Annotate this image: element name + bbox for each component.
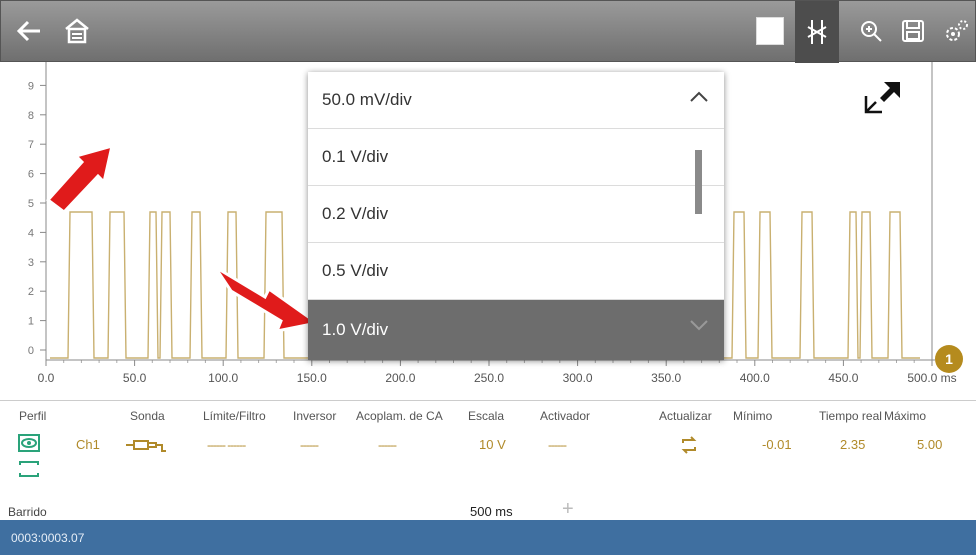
refresh-icon[interactable] [679,435,699,460]
trigger-header: Activador [540,409,591,423]
dropdown-option[interactable]: 0.2 V/div [308,186,724,243]
x-tick-label: 50.0 [123,371,147,385]
y-tick-label: 5 [28,198,34,210]
dropdown-current-value[interactable]: 50.0 mV/div [308,72,724,129]
y-tick-label: 0 [28,345,34,357]
chevron-up-icon[interactable] [688,86,710,113]
dropdown-option[interactable]: 0.1 V/div [308,129,724,186]
invert-header: Inversor [293,409,337,423]
sweep-label: Barrido [8,505,47,519]
dropdown-option[interactable]: 0.5 V/div [308,243,724,300]
limit-header: Límite/Filtro [203,409,266,423]
x-tick-label: 100.0 [208,371,238,385]
cursor-icon[interactable] [795,1,839,63]
max-value: 5.00 [917,437,943,452]
x-tick-label: 0.0 [38,371,55,385]
dropdown-option-label: 0.2 V/div [322,204,389,223]
dropdown-option-selected[interactable]: 1.0 V/div [308,300,724,360]
realtime-value: 2.35 [840,437,866,452]
x-tick-label: 300.0 [563,371,593,385]
expand-icon[interactable] [862,76,906,116]
y-tick-label: 8 [28,110,34,122]
dropdown-scrollbar[interactable] [695,150,702,214]
plus-icon[interactable]: + [562,498,574,521]
dropdown-option-label: 0.5 V/div [322,261,389,280]
channel-panel: Perfil Sonda Límite/Filtro Inversor Acop… [0,400,976,521]
stop-icon[interactable] [755,11,785,51]
scale-value[interactable]: 10 V [479,437,506,452]
dropdown-option-label: 0.1 V/div [322,147,389,166]
y-tick-label: 2 [28,286,34,298]
save-icon[interactable] [895,11,931,51]
x-tick-label: 250.0 [474,371,504,385]
back-icon[interactable] [9,11,49,51]
profile-header: Perfil [19,409,47,423]
x-tick-label: 400.0 [740,371,770,385]
chevron-down-icon [688,314,710,341]
bracket-icon[interactable] [18,461,40,482]
y-tick-label: 9 [28,80,34,92]
status-bar: 0003:0003.07 [0,520,976,555]
scale-header: Escala [468,409,505,423]
y-tick-label: 3 [28,257,34,269]
y-tick-label: 7 [28,139,34,151]
min-value: -0.01 [762,437,792,452]
probe-header: Sonda [130,409,165,423]
eye-icon[interactable] [18,434,40,457]
y-tick-label: 6 [28,169,34,181]
probe-icon[interactable] [125,437,167,458]
x-tick-label: 150.0 [297,371,327,385]
home-icon[interactable] [57,11,97,51]
dropdown-option-label: 1.0 V/div [322,320,389,339]
settings-icon[interactable] [939,11,975,51]
x-axis: 0.0 50.0 100.0 150.0 200.0 250.0 300.0 350.0 400… [38,360,957,385]
dropdown-header-label: 50.0 mV/div [322,90,412,109]
ac-coupling-header: Acoplam. de CA [356,409,443,423]
toolbar [0,0,976,63]
x-tick-label: 350.0 [651,371,681,385]
invert-value[interactable]: ------ [300,438,319,452]
channel-label[interactable]: Ch1 [76,437,100,452]
y-tick-label: 4 [28,227,34,239]
update-header: Actualizar [659,409,712,423]
limit-value[interactable]: ------ ------ [207,438,246,452]
y-tick-label: 1 [28,316,34,328]
status-text: 0003:0003.07 [11,530,85,545]
trigger-value[interactable]: ------ [548,438,567,452]
min-header: Mínimo [733,409,773,423]
zoom-icon[interactable] [853,11,889,51]
max-header: Máximo [884,409,927,423]
trigger-marker[interactable]: 1 [935,345,963,373]
callout-arrow-icon [45,140,138,215]
ac-coupling-value[interactable]: ------ [378,438,397,452]
x-tick-label: 200.0 [385,371,415,385]
x-tick-label: 500.0 ms [907,371,956,385]
x-tick-label: 450.0 [828,371,858,385]
sweep-value[interactable]: 500 ms [470,504,513,519]
realtime-header: Tiempo real [819,409,882,423]
y-tick-label: 10 [22,62,34,63]
scale-dropdown[interactable]: 50.0 mV/div 0.1 V/div 0.2 V/div 0.5 V/di… [308,72,724,360]
